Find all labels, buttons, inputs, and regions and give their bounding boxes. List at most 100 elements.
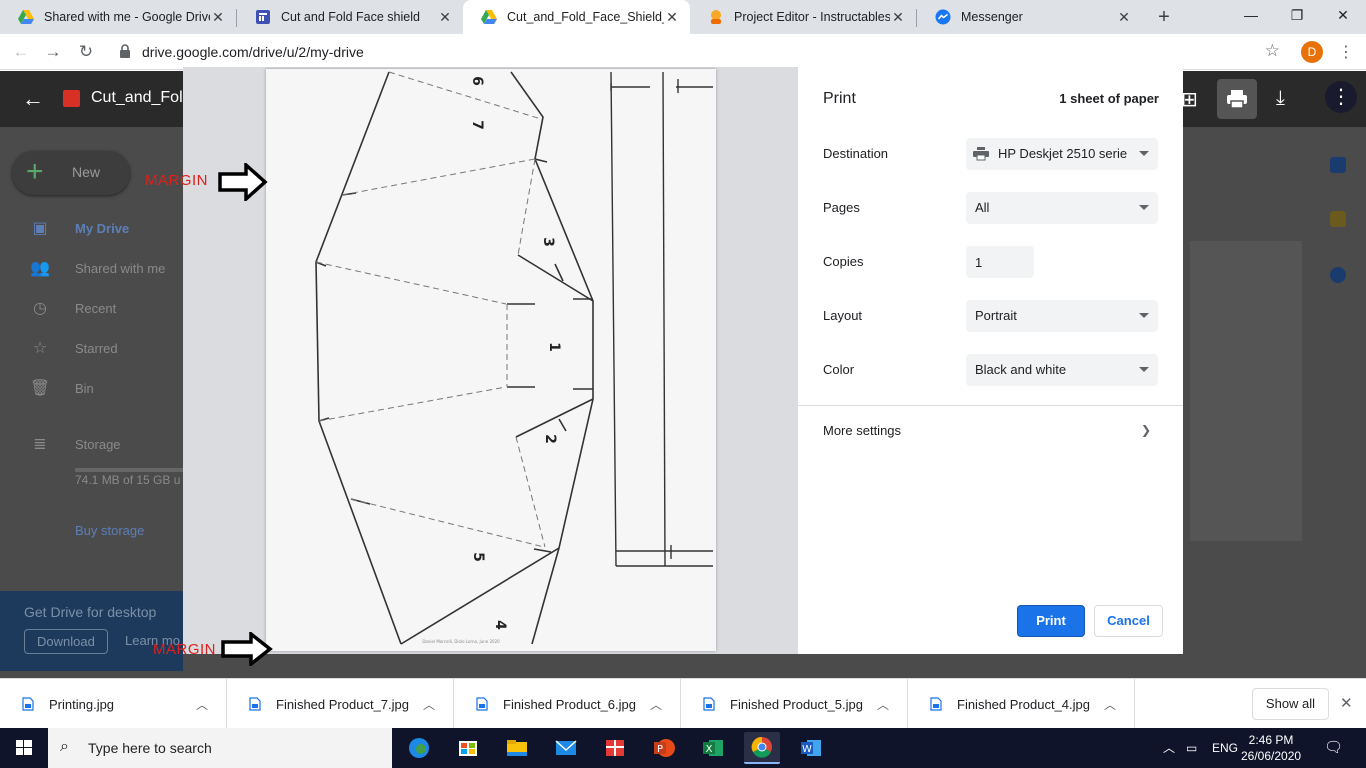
mail-app-icon[interactable] [548,732,584,764]
download-name: Printing.jpg [49,696,115,712]
close-icon[interactable]: ✕ [890,9,906,26]
file-icon [22,697,34,711]
piece-number-2: 2 [542,434,558,444]
more-options-icon[interactable]: ⋮ [1325,81,1357,113]
notifications-icon[interactable]: 🗨 [1324,728,1343,768]
pages-label: Pages [823,200,860,215]
layout-select[interactable]: Portrait [966,300,1158,332]
taskbar-search[interactable]: ⌕ Type here to search [48,728,392,768]
download-item[interactable]: Finished Product_7.jpg ︿ [227,679,454,729]
close-icon[interactable]: ✕ [437,9,453,26]
tab-instructables[interactable]: Project Editor - Instructables ✕ [690,0,916,34]
layout-value: Portrait [975,308,1017,323]
new-tab-button[interactable]: + [1152,5,1176,29]
sidebar-item-bin[interactable]: 🗑 Bin [0,376,94,400]
tab-active-file[interactable]: Cut_and_Fold_Face_Shield_1_to ✕ [463,0,690,34]
print-icon[interactable] [1217,79,1257,119]
sidebar-item-my-drive[interactable]: ▣ My Drive [0,216,129,240]
tab-messenger[interactable]: Messenger ✕ [917,0,1142,34]
cancel-button[interactable]: Cancel [1094,605,1163,637]
download-item[interactable]: Printing.jpg ︿ [0,679,227,729]
print-settings-panel: Print 1 sheet of paper Destination HP De… [798,67,1183,654]
sidebar-item-recent[interactable]: ◷ Recent [0,296,116,320]
clock-time: 2:46 PM [1248,733,1294,747]
tab-face-shield-form[interactable]: Cut and Fold Face shield ✕ [237,0,463,34]
store-app-icon[interactable] [450,732,486,764]
chevron-up-icon[interactable]: ︿ [419,696,439,713]
copies-input[interactable] [966,246,1034,278]
add-to-drive-icon[interactable]: ⊞ [1181,87,1198,112]
instructables-icon [711,10,721,24]
back-arrow-icon[interactable]: ← [22,86,44,112]
gift-app-icon[interactable] [597,732,633,764]
file-explorer-icon[interactable] [499,732,535,764]
language-indicator[interactable]: ENG [1212,728,1238,768]
windows-taskbar: ⌕ Type here to search P X W ︿ ▭ ENG 2:46… [0,728,1366,768]
image-file-icon [63,90,80,107]
tasks-icon[interactable] [1330,267,1346,283]
sidebar-item-starred[interactable]: ☆ Starred [0,336,118,360]
close-icon[interactable]: ✕ [210,9,226,26]
download-item[interactable]: Finished Product_4.jpg ︿ [908,679,1135,729]
close-window-button[interactable]: ✕ [1320,0,1366,32]
back-button[interactable]: ← [9,40,33,64]
sidebar-item-label: Starred [75,340,118,356]
edge-app-icon[interactable] [401,732,437,764]
chevron-up-icon[interactable]: ︿ [1100,696,1120,713]
chevron-up-icon[interactable]: ︿ [646,696,666,713]
download-desktop-button[interactable]: Download [24,629,108,654]
profile-avatar[interactable]: D [1301,41,1323,63]
close-icon[interactable]: ✕ [664,9,680,26]
print-dialog-title: Print [823,90,856,107]
show-all-button[interactable]: Show all [1252,688,1329,720]
calendar-icon[interactable] [1330,157,1346,173]
reload-button[interactable]: ↻ [74,40,98,64]
color-select[interactable]: Black and white [966,354,1158,386]
download-item[interactable]: Finished Product_5.jpg ︿ [681,679,908,729]
plus-icon: + [26,155,44,188]
sidebar-item-shared[interactable]: 👥 Shared with me [0,256,165,280]
excel-app-icon[interactable]: X [695,732,731,764]
minimize-button[interactable]: — [1228,0,1274,32]
forward-button[interactable]: → [41,40,65,64]
keep-icon[interactable] [1330,211,1346,227]
tab-shared-with-me[interactable]: Shared with me - Google Drive ✕ [0,0,236,34]
tray-chevron-up-icon[interactable]: ︿ [1163,728,1175,768]
download-item[interactable]: Finished Product_6.jpg ︿ [454,679,681,729]
destination-select[interactable]: HP Deskjet 2510 serie [966,138,1158,170]
more-settings-toggle[interactable]: More settings [823,423,901,438]
svg-text:X: X [706,744,713,755]
close-icon[interactable]: ✕ [1116,9,1132,26]
clock-date: 26/06/2020 [1241,749,1302,763]
color-label: Color [823,362,855,377]
pages-value: All [975,200,990,215]
close-icon[interactable]: ✕ [1340,694,1353,712]
print-button[interactable]: Print [1017,605,1085,637]
system-clock[interactable]: 2:46 PM 26/06/2020 [1241,732,1301,764]
new-button[interactable]: + New [12,151,130,195]
chrome-app-icon[interactable] [744,732,780,764]
get-drive-banner: Get Drive for desktop Download Learn mo [0,591,183,671]
storage-usage-text: 74.1 MB of 15 GB u [75,473,181,487]
dropdown-arrow-icon [1139,313,1149,318]
restore-button[interactable]: ❐ [1274,0,1320,32]
chevron-up-icon[interactable]: ︿ [192,696,212,713]
sidebar-item-storage[interactable]: ≣ Storage [0,432,120,456]
tab-title: Shared with me - Google Drive [44,10,210,24]
download-icon[interactable]: ⤓ [1276,87,1285,110]
sidebar-item-label: Bin [75,380,94,396]
word-app-icon[interactable]: W [793,732,829,764]
browser-toolbar: ← → ↻ drive.google.com/drive/u/2/my-driv… [0,34,1366,70]
tab-title: Messenger [961,10,1023,24]
bookmark-star-icon[interactable]: ☆ [1265,41,1280,61]
network-icon[interactable]: ▭ [1186,728,1197,768]
chevron-up-icon[interactable]: ︿ [873,696,893,713]
pages-select[interactable]: All [966,192,1158,224]
url-text: drive.google.com/drive/u/2/my-drive [142,44,364,60]
windows-start-icon[interactable] [0,728,48,768]
browser-menu-icon[interactable]: ⋮ [1338,42,1354,62]
address-bar[interactable]: drive.google.com/drive/u/2/my-drive ☆ [110,38,1292,66]
chevron-down-icon[interactable]: ❯ [1141,423,1151,437]
buy-storage-link[interactable]: Buy storage [75,523,144,538]
powerpoint-app-icon[interactable]: P [646,732,682,764]
